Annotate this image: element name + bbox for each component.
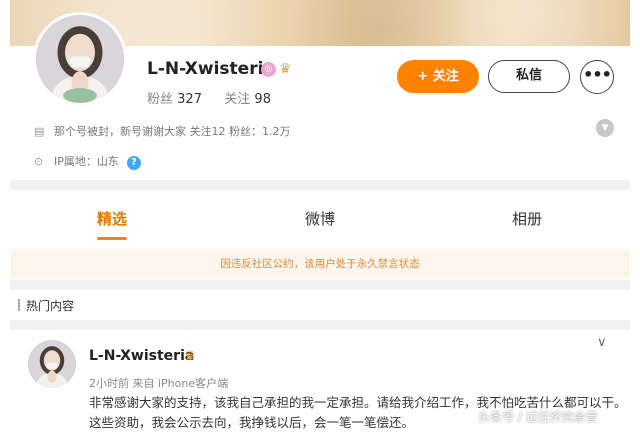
ip-location-icon: ⊙ [34,155,44,168]
profile-tabs: 精选 微博 相册 [10,196,630,243]
ip-location-text: IP属地：山东 [54,155,119,168]
section-divider [10,280,630,290]
ip-row: ⊙ IP属地：山东? [34,153,141,170]
profile-username: L-N-Xwisteria [147,59,275,79]
message-button[interactable]: 私信 [488,60,570,93]
fans-label: 粉丝 [147,92,174,107]
active-tab-indicator [97,237,127,240]
tab-weibo[interactable]: 微博 [305,208,335,229]
tab-album[interactable]: 相册 [512,208,542,229]
profile-avatar[interactable] [33,12,127,106]
crown-icon[interactable]: ♛ [279,62,294,77]
watermark: 头条号 / 过往终究余音 [478,410,598,424]
post-avatar[interactable] [28,340,76,388]
post-username[interactable]: L-N-Xwisteria [89,348,194,364]
profile-stats: 粉丝 327 关注 98 [147,88,271,107]
avatar-photo [28,340,76,388]
bio-text: 那个号被封，新号谢谢大家 关注12 粉丝：1.2万 [54,125,291,138]
fans-count[interactable]: 327 [177,92,202,107]
document-icon: ▤ [34,125,45,138]
chevron-down-icon[interactable]: ▼ [596,119,614,137]
bio-row: ▤ 那个号被封，新号谢谢大家 关注12 粉丝：1.2万 [34,123,290,139]
section-divider [10,180,630,190]
post-meta: 2小时前 来自 iPhone客户端 [89,377,229,390]
help-icon[interactable]: ? [126,156,141,170]
following-count[interactable]: 98 [254,92,271,107]
ban-notice: 因违反社区公约，该用户处于永久禁言状态 [10,250,630,278]
avatar-photo [36,15,124,103]
following-label: 关注 [224,92,251,107]
more-options-button[interactable]: ••• [580,60,614,94]
section-divider [10,320,630,330]
tab-featured[interactable]: 精选 [97,208,127,229]
crown-icon: ♛ [184,349,196,364]
chevron-down-icon[interactable]: ∨ [597,335,607,350]
section-title: 热门内容 [18,297,74,314]
vip-badge-icon[interactable]: ◎ [261,62,276,77]
follow-button[interactable]: + 关注 [397,60,479,93]
